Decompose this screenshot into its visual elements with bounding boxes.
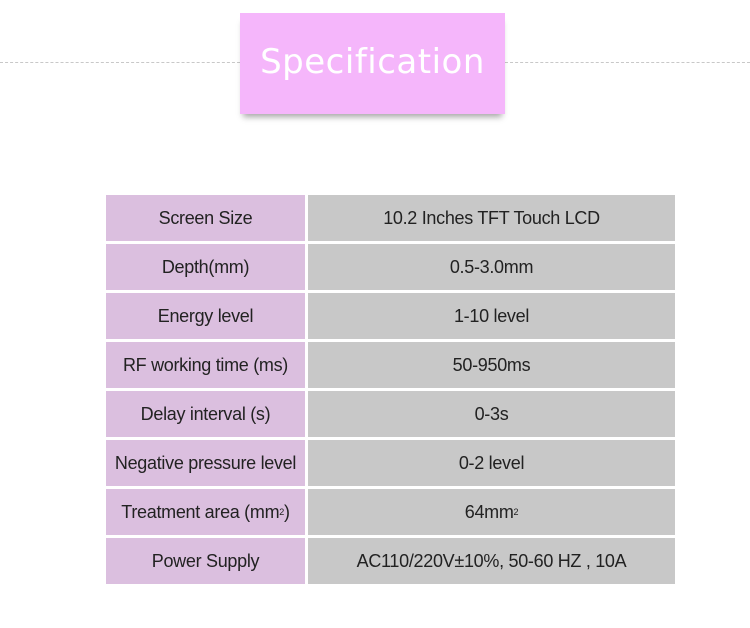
spec-value: 50-950ms xyxy=(308,342,675,388)
spec-value: 10.2 Inches TFT Touch LCD xyxy=(308,195,675,241)
spec-label-suffix: ) xyxy=(284,501,290,522)
spec-value: AC110/220V±10%, 50-60 HZ , 10A xyxy=(308,538,675,584)
spec-label: Power Supply xyxy=(106,538,305,584)
spec-label: Treatment area (mm 2) xyxy=(106,489,305,535)
spec-label: Screen Size xyxy=(106,195,305,241)
spec-label: Negative pressure level xyxy=(106,440,305,486)
spec-value: 1-10 level xyxy=(308,293,675,339)
spec-value: 64mm 2 xyxy=(308,489,675,535)
divider-right xyxy=(505,62,750,63)
divider-left xyxy=(0,62,240,63)
spec-value-text: 64mm xyxy=(464,501,514,522)
spec-value: 0-3s xyxy=(308,391,675,437)
spec-label: Energy level xyxy=(106,293,305,339)
table-row: Treatment area (mm 2) 64mm 2 xyxy=(106,489,675,535)
title-banner: Specification xyxy=(240,13,505,114)
spec-label: Depth(mm) xyxy=(106,244,305,290)
spec-value: 0-2 level xyxy=(308,440,675,486)
spec-label: RF working time (ms) xyxy=(106,342,305,388)
page-title: Specification xyxy=(260,41,485,82)
spec-label: Delay interval (s) xyxy=(106,391,305,437)
table-row: Screen Size 10.2 Inches TFT Touch LCD xyxy=(106,195,675,241)
table-row: Power Supply AC110/220V±10%, 50-60 HZ , … xyxy=(106,538,675,584)
spec-label-text: Treatment area (mm xyxy=(121,501,280,522)
table-row: Depth(mm) 0.5-3.0mm xyxy=(106,244,675,290)
superscript: 2 xyxy=(513,507,519,517)
table-row: Negative pressure level 0-2 level xyxy=(106,440,675,486)
table-row: Energy level 1-10 level xyxy=(106,293,675,339)
table-row: RF working time (ms) 50-950ms xyxy=(106,342,675,388)
table-row: Delay interval (s) 0-3s xyxy=(106,391,675,437)
spec-value: 0.5-3.0mm xyxy=(308,244,675,290)
spec-table: Screen Size 10.2 Inches TFT Touch LCD De… xyxy=(106,195,675,584)
